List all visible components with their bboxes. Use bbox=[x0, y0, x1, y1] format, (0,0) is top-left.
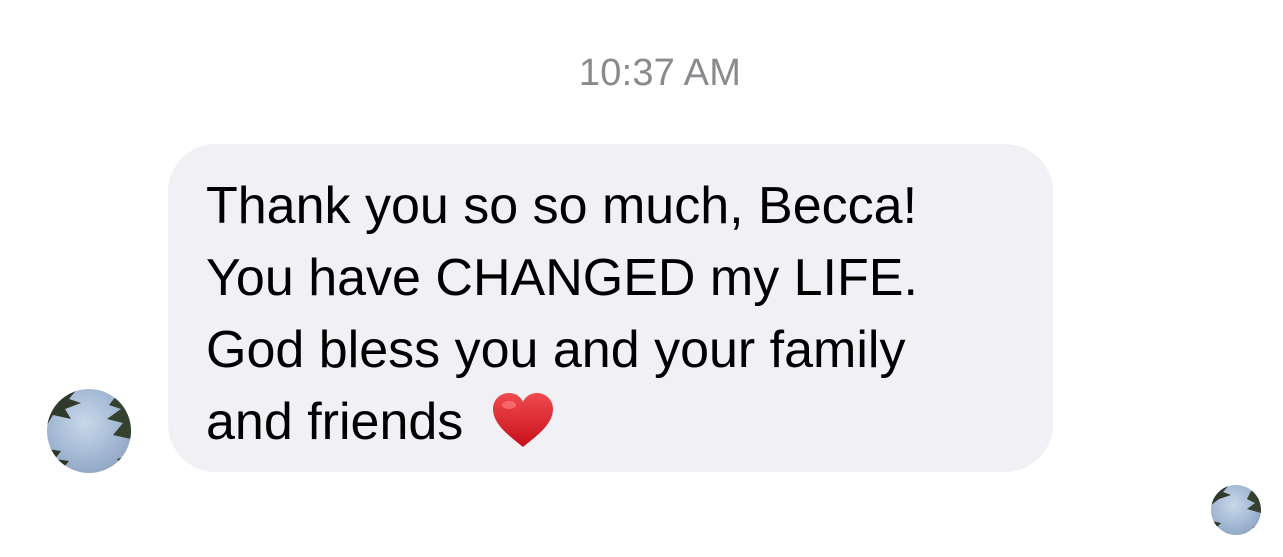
message-line-last: and friends bbox=[206, 386, 1023, 468]
message-line: Thank you so so much, Becca! bbox=[206, 177, 918, 235]
message-line-text: and friends bbox=[206, 393, 464, 451]
message-line: God bless you and your family bbox=[206, 321, 906, 379]
incoming-message-bubble[interactable]: Thank you so so much, Becca! You have CH… bbox=[168, 144, 1053, 472]
red-heart-icon bbox=[491, 391, 555, 468]
message-line: You have CHANGED my LIFE. bbox=[206, 249, 918, 307]
own-avatar[interactable] bbox=[1211, 485, 1261, 535]
sender-avatar[interactable] bbox=[47, 389, 131, 473]
message-timestamp: 10:37 AM bbox=[578, 52, 742, 94]
